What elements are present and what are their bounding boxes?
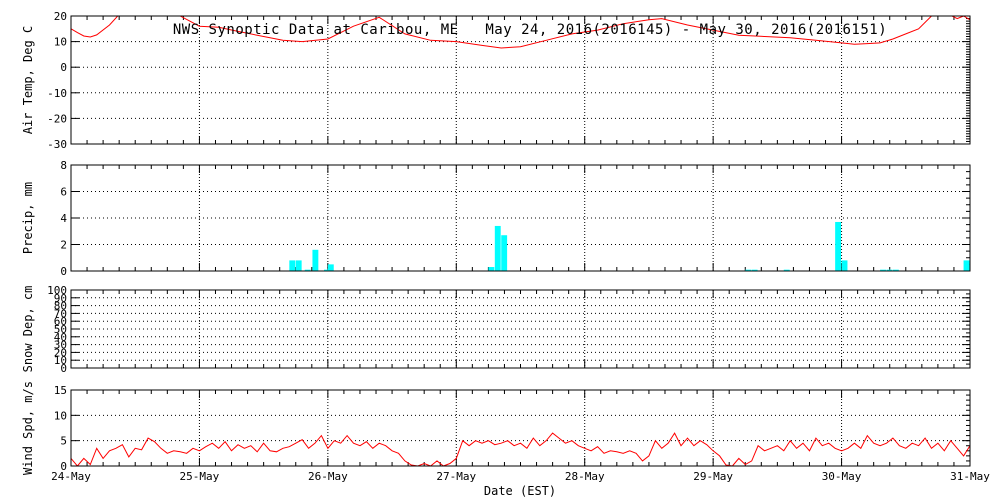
precip-bar <box>494 225 501 271</box>
precip-bar <box>289 260 296 271</box>
x-tick-label: 28-May <box>565 470 605 483</box>
y-tick-label: 8 <box>60 159 67 172</box>
y-tick-label: 15 <box>54 384 67 397</box>
y-tick-label: 0 <box>60 265 67 278</box>
x-tick-label: 24-May <box>51 470 91 483</box>
y-tick-label: 6 <box>60 186 67 199</box>
y-tick-label: 0 <box>60 61 67 74</box>
chart-title: NWS Synoptic Data at Caribou, ME May 24,… <box>172 22 888 38</box>
precip-bar <box>312 249 319 271</box>
y-tick-label: -30 <box>47 138 67 151</box>
y-tick-label: 5 <box>60 435 67 448</box>
precip-bar <box>835 221 842 271</box>
y-axis-label: Air Temp, Deg C <box>21 26 35 134</box>
x-tick-label: 31-May <box>950 470 990 483</box>
y-tick-label: 10 <box>54 409 67 422</box>
y-axis-label: Wind Spd, m/s <box>21 381 35 475</box>
precip-bar <box>327 264 334 271</box>
y-tick-label: -20 <box>47 112 67 125</box>
x-tick-label: 25-May <box>180 470 220 483</box>
panel-frame <box>70 389 971 467</box>
precip-bar <box>488 267 495 271</box>
precip-bar <box>963 260 970 271</box>
y-axis-label: Precip, mm <box>21 182 35 254</box>
precip-bar <box>841 260 848 271</box>
x-tick-label: 29-May <box>693 470 733 483</box>
precip-bar <box>501 235 508 271</box>
x-axis-label: Date (EST) <box>483 484 557 498</box>
x-tick-label: 26-May <box>308 470 348 483</box>
wind_speed-series-line <box>71 432 970 466</box>
y-tick-label: 100 <box>47 284 67 297</box>
precip-bar <box>295 260 302 271</box>
y-tick-label: -10 <box>47 87 67 100</box>
multi-panel-chart: -30-20-1001020Air Temp, Deg C02468Precip… <box>21 10 990 483</box>
y-tick-label: 4 <box>60 212 67 225</box>
y-axis-label: Snow Dep, cm <box>21 286 35 373</box>
y-tick-label: 2 <box>60 239 67 252</box>
x-tick-label: 30-May <box>822 470 862 483</box>
x-tick-label: 27-May <box>436 470 476 483</box>
